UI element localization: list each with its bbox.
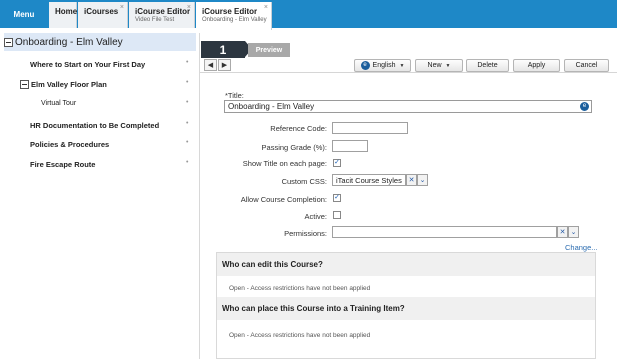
minus-box-icon[interactable] xyxy=(4,37,13,47)
allow-completion-checkbox[interactable]: ✓ xyxy=(333,194,341,202)
place-permission-note: Open - Access restrictions have not been… xyxy=(229,332,371,339)
editor-toolbar: ◀ ▶ e English ▼ New ▼ Delete Apply Cance… xyxy=(200,58,617,73)
chevron-down-icon: ▼ xyxy=(399,62,405,69)
step-badge: 1 xyxy=(201,41,252,58)
globe-icon[interactable]: e xyxy=(580,102,589,111)
show-title-checkbox[interactable]: ✓ xyxy=(333,159,341,167)
language-button[interactable]: e English ▼ xyxy=(354,59,411,72)
top-tab-bar: Menu Home iCourses × iCourse Editor Vide… xyxy=(0,0,617,30)
active-label: Active: xyxy=(304,212,327,221)
close-icon[interactable]: × xyxy=(264,4,268,11)
tree-item-dot: • xyxy=(186,79,189,86)
permissions-summary: Who can edit this Course? Open - Access … xyxy=(216,252,596,359)
tree-item-label: Elm Valley Floor Plan xyxy=(31,80,107,89)
custom-css-label: Custom CSS: xyxy=(281,177,327,186)
tab-icourses-title: iCourses xyxy=(84,7,119,16)
clear-icon[interactable]: ✕ xyxy=(557,226,568,238)
globe-icon: e xyxy=(360,61,370,70)
menu-button[interactable]: Menu xyxy=(0,0,48,28)
tab-icourse-editor-video[interactable]: iCourse Editor Video File Test × xyxy=(129,2,195,28)
apply-button[interactable]: Apply xyxy=(513,59,560,72)
tree-item-dot: • xyxy=(186,59,189,66)
delete-button[interactable]: Delete xyxy=(466,59,509,72)
permissions-select[interactable] xyxy=(332,226,557,238)
tab-icourse-editor-onboarding[interactable]: iCourse Editor Onboarding - Elm Valley × xyxy=(196,2,272,30)
tab-subtitle: Video File Test xyxy=(135,17,175,23)
place-permission-heading: Who can place this Course into a Trainin… xyxy=(217,297,595,320)
tree-item-dot: • xyxy=(186,120,189,127)
minus-box-icon[interactable] xyxy=(20,80,29,89)
tree-item-label: Where to Start on Your First Day xyxy=(30,60,146,69)
new-label: New xyxy=(427,62,442,69)
active-checkbox[interactable] xyxy=(333,211,341,219)
tree-item-first-day[interactable]: Where to Start on Your First Day xyxy=(30,60,145,69)
chevron-down-icon[interactable]: ⌄ xyxy=(568,226,579,238)
clear-icon[interactable]: ✕ xyxy=(406,174,417,186)
tab-home-title: Home xyxy=(55,7,78,16)
language-label: English xyxy=(372,62,396,69)
tab-icourses[interactable]: iCourses × xyxy=(78,2,128,28)
course-editor-pane: 1 Preview ◀ ▶ e English ▼ New ▼ Delete A… xyxy=(199,33,617,359)
reference-code-label: Reference Code: xyxy=(270,124,327,133)
tree-item-dot: • xyxy=(186,99,189,106)
close-icon[interactable]: × xyxy=(120,4,124,11)
close-icon[interactable]: × xyxy=(187,4,191,11)
cancel-button[interactable]: Cancel xyxy=(564,59,609,72)
edit-permission-note: Open - Access restrictions have not been… xyxy=(229,285,371,292)
course-tree: Onboarding - Elm Valley Where to Start o… xyxy=(0,33,197,359)
chevron-down-icon[interactable]: ⌄ xyxy=(417,174,428,186)
tree-root-label: Onboarding - Elm Valley xyxy=(15,36,123,48)
title-input[interactable]: Onboarding - Elm Valley e xyxy=(224,100,592,113)
tree-item-dot: • xyxy=(186,159,189,166)
reference-code-input[interactable] xyxy=(332,122,408,134)
tree-item-label: HR Documentation to Be Completed xyxy=(30,121,160,130)
show-title-label: Show Title on each page: xyxy=(242,159,327,168)
nav-prev-button[interactable]: ◀ xyxy=(204,59,217,71)
preview-tab[interactable]: Preview xyxy=(248,43,290,57)
tab-title: iCourse Editor xyxy=(135,7,191,16)
chevron-down-icon: ▼ xyxy=(445,62,451,69)
title-value: Onboarding - Elm Valley xyxy=(228,102,315,111)
title-label: *Title: xyxy=(225,91,244,100)
tree-item-label: Virtual Tour xyxy=(41,100,77,107)
edit-permission-heading: Who can edit this Course? xyxy=(217,253,595,276)
new-button[interactable]: New ▼ xyxy=(415,59,463,72)
passing-grade-label: Passing Grade (%): xyxy=(261,143,327,152)
tree-root-item[interactable]: Onboarding - Elm Valley xyxy=(4,33,196,51)
tree-item-fire-escape[interactable]: Fire Escape Route xyxy=(30,160,95,169)
custom-css-value: iTacit Course Styles xyxy=(336,176,402,185)
permissions-label: Permissions: xyxy=(284,229,327,238)
tree-item-dot: • xyxy=(186,139,189,146)
tab-home[interactable]: Home xyxy=(49,2,77,28)
tree-item-floor-plan[interactable]: Elm Valley Floor Plan xyxy=(20,80,107,89)
tree-item-virtual-tour[interactable]: Virtual Tour xyxy=(41,100,76,107)
tab-title: iCourse Editor xyxy=(202,7,258,16)
change-permissions-link[interactable]: Change... xyxy=(565,243,598,252)
custom-css-select[interactable]: iTacit Course Styles xyxy=(332,174,406,186)
passing-grade-input[interactable] xyxy=(332,140,368,152)
nav-next-button[interactable]: ▶ xyxy=(218,59,231,71)
tree-item-label: Fire Escape Route xyxy=(30,160,96,169)
tree-item-hr-docs[interactable]: HR Documentation to Be Completed xyxy=(30,121,159,130)
tree-item-policies[interactable]: Policies & Procedures xyxy=(30,140,109,149)
allow-completion-label: Allow Course Completion: xyxy=(240,195,327,204)
tree-item-label: Policies & Procedures xyxy=(30,140,110,149)
tab-subtitle: Onboarding - Elm Valley xyxy=(202,17,267,23)
